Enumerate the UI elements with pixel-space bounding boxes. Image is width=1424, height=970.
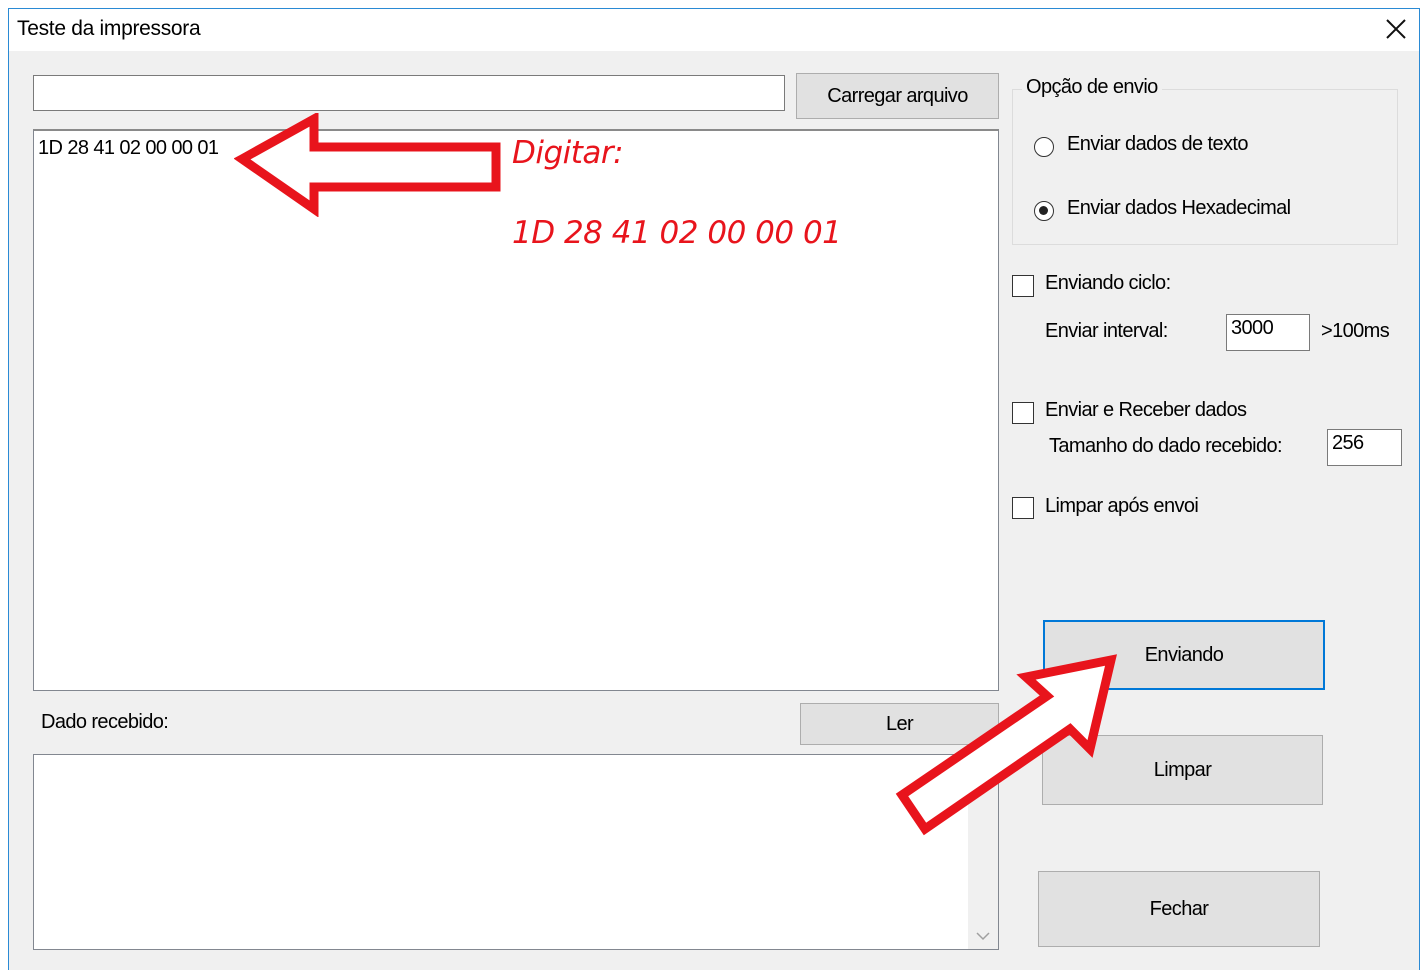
send-receive-checkbox[interactable] [1012, 402, 1034, 424]
scroll-down-icon[interactable] [976, 931, 990, 941]
send-button-label: Enviando [1144, 643, 1224, 666]
close-button[interactable]: Fechar [1038, 871, 1320, 947]
annotation-label: Digitar: [512, 135, 624, 171]
close-button-label: Fechar [1149, 897, 1209, 920]
cycle-label: Enviando ciclo: [1045, 272, 1171, 294]
file-path-input[interactable] [33, 75, 785, 111]
radio-text-data-label: Enviar dados de texto [1067, 133, 1248, 155]
send-option-group [1012, 89, 1398, 245]
close-icon[interactable] [1373, 9, 1419, 49]
left-arrow-annotation-icon [234, 113, 501, 217]
radio-hex-data[interactable] [1034, 201, 1054, 221]
diagonal-arrow-annotation-icon [895, 654, 1117, 836]
radio-selected-dot [1039, 206, 1048, 215]
annotation-value: 1D 28 41 02 00 00 01 [512, 215, 842, 251]
load-file-button[interactable]: Carregar arquivo [796, 73, 999, 119]
interval-hint: >100ms [1321, 320, 1390, 342]
send-data-content: 1D 28 41 02 00 00 01 [38, 137, 219, 159]
interval-input[interactable]: 3000 [1226, 314, 1310, 351]
cycle-checkbox[interactable] [1012, 275, 1034, 297]
received-data-textarea[interactable] [33, 754, 999, 950]
received-data-label: Dado recebido: [41, 711, 169, 733]
radio-hex-data-label: Enviar dados Hexadecimal [1067, 197, 1291, 219]
clear-button-label: Limpar [1153, 758, 1212, 781]
window-title: Teste da impressora [17, 17, 201, 40]
radio-text-data[interactable] [1034, 137, 1054, 157]
printer-test-dialog: Teste da impressora Carregar arquivo 1D … [8, 8, 1420, 970]
send-option-title: Opção de envio [1022, 76, 1162, 99]
clear-after-send-checkbox[interactable] [1012, 497, 1034, 519]
clear-after-send-label: Limpar após envoi [1045, 495, 1199, 517]
interval-label: Enviar interval: [1045, 320, 1168, 342]
title-bar: Teste da impressora [9, 9, 1419, 51]
send-data-textarea[interactable]: 1D 28 41 02 00 00 01 [33, 129, 999, 691]
load-file-label: Carregar arquivo [827, 84, 968, 107]
receive-size-label: Tamanho do dado recebido: [1049, 435, 1283, 457]
send-receive-label: Enviar e Receber dados [1045, 399, 1247, 421]
receive-size-input[interactable]: 256 [1327, 429, 1402, 466]
